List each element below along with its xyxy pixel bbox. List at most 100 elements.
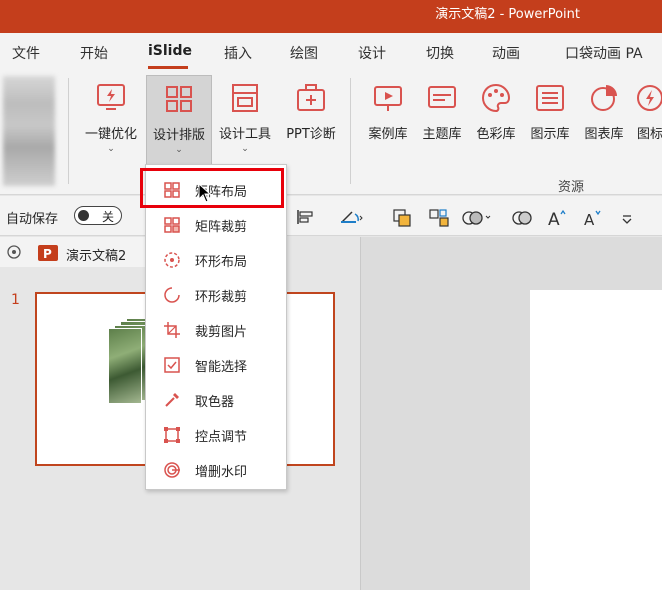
tab-design[interactable]: 设计	[358, 43, 386, 63]
matrix-crop-icon	[164, 217, 180, 233]
menu-item-ring-crop[interactable]: 环形裁剪	[146, 277, 286, 312]
autosave-toggle[interactable]: 关	[74, 206, 122, 225]
slide-canvas[interactable]	[530, 290, 662, 590]
svg-text:P: P	[43, 247, 52, 261]
menu-item-label: 控点调节	[195, 430, 248, 445]
watermark-icon	[164, 462, 180, 478]
menu-item-label: 取色器	[195, 395, 235, 410]
ring-layout-icon	[164, 252, 180, 268]
ring-crop-icon	[164, 287, 180, 303]
lightning-icon	[97, 84, 125, 110]
menu-item-label: 智能选择	[195, 360, 248, 375]
toggle-state: 关	[102, 210, 115, 224]
decrease-font-icon[interactable]: A	[582, 208, 604, 228]
theme-library-button[interactable]: 主题库	[416, 75, 468, 165]
svg-text:A: A	[548, 210, 560, 228]
menu-tabs: 文件 开始 iSlide 插入 绘图 设计 切换 动画 口袋动画 PA	[0, 33, 662, 71]
window-title: 演示文稿2 - PowerPoint	[435, 7, 580, 22]
menu-item-crop-image[interactable]: 裁剪图片	[146, 312, 286, 347]
layout-grid-icon	[166, 86, 192, 112]
tab-home[interactable]: 开始	[80, 43, 108, 63]
icon-library-label: 图标	[636, 127, 662, 142]
group-separator	[350, 78, 351, 184]
design-tools-label: 设计工具	[218, 127, 271, 142]
chart-library-button[interactable]: 图表库	[578, 75, 630, 165]
menu-item-color-picker[interactable]: 取色器	[146, 382, 286, 417]
color-picker-icon	[165, 393, 179, 407]
design-tools-button[interactable]: 设计工具 ⌄	[214, 75, 276, 165]
tab-animations[interactable]: 动画	[492, 43, 520, 63]
group-separator	[68, 78, 69, 184]
menu-item-label: 环形布局	[195, 255, 248, 270]
chevron-down-icon: ⌄	[241, 144, 249, 154]
powerpoint-icon: P	[38, 245, 58, 261]
diagram-library-button[interactable]: 图示库	[524, 75, 576, 165]
tab-transitions[interactable]: 切换	[426, 43, 454, 63]
chevron-down-icon: ⌄	[107, 144, 115, 154]
control-points-icon	[164, 427, 180, 443]
color-library-button[interactable]: 色彩库	[470, 75, 522, 165]
group-objects-icon[interactable]	[428, 208, 452, 228]
slide-number: 1	[11, 292, 20, 308]
one-click-optimize-label: 一键优化	[84, 127, 137, 142]
crop-image-icon	[164, 322, 180, 338]
ppt-diagnosis-label: PPT诊断	[286, 127, 336, 142]
diagram-icon	[536, 85, 564, 111]
chevron-down-icon: ⌄	[175, 145, 183, 155]
menu-item-smart-select[interactable]: 智能选择	[146, 347, 286, 382]
menu-item-label: 环形裁剪	[195, 290, 248, 305]
file-tab[interactable]: P 演示文稿2	[0, 237, 145, 267]
palette-icon	[481, 83, 511, 113]
icon-library-button[interactable]: 图标	[630, 75, 662, 165]
blurred-thumbnail	[3, 76, 55, 186]
color-library-label: 色彩库	[476, 127, 516, 142]
diagram-library-label: 图示库	[530, 127, 570, 142]
design-layout-label: 设计排版	[152, 128, 205, 143]
design-tools-icon	[232, 84, 258, 112]
menu-item-label: 矩阵裁剪	[195, 220, 248, 235]
ppt-diagnosis-button[interactable]: PPT诊断	[280, 75, 342, 165]
shape-intersect-icon[interactable]	[510, 208, 534, 228]
case-library-button[interactable]: 案例库	[362, 75, 414, 165]
toggle-knob	[78, 210, 89, 221]
menu-item-ring-layout[interactable]: 环形布局	[146, 242, 286, 277]
group-label-resources: 资源	[558, 180, 585, 195]
theme-icon	[428, 86, 456, 108]
menu-item-watermark[interactable]: 增删水印	[146, 452, 286, 487]
menu-item-label: 增删水印	[195, 465, 248, 480]
menu-item-matrix-crop[interactable]: 矩阵裁剪	[146, 207, 286, 242]
title-bar: 演示文稿2 - PowerPoint	[0, 0, 662, 33]
rotate-icon[interactable]	[338, 208, 364, 226]
medical-kit-icon	[297, 84, 325, 111]
svg-text:A: A	[584, 211, 595, 228]
tab-islide[interactable]: iSlide	[148, 43, 192, 59]
increase-font-icon[interactable]: A	[546, 208, 568, 228]
bring-forward-icon[interactable]	[392, 208, 414, 228]
chart-library-label: 图表库	[584, 127, 624, 142]
tab-file[interactable]: 文件	[12, 43, 40, 63]
file-tab-name: 演示文稿2	[66, 249, 127, 264]
active-tab-underline	[148, 66, 188, 69]
photo-layer	[108, 328, 142, 404]
customize-toolbar-icon[interactable]	[620, 208, 634, 228]
home-icon[interactable]	[6, 244, 22, 260]
case-library-label: 案例库	[368, 127, 408, 142]
smart-select-icon	[164, 357, 180, 373]
one-click-optimize-button[interactable]: 一键优化 ⌄	[78, 75, 144, 165]
shape-combine-icon[interactable]	[460, 208, 494, 228]
align-icon[interactable]	[295, 208, 317, 226]
design-layout-button[interactable]: 设计排版 ⌄	[146, 75, 212, 165]
highlight-box	[140, 168, 284, 208]
theme-library-label: 主题库	[422, 127, 462, 142]
menu-item-control-points[interactable]: 控点调节	[146, 417, 286, 452]
tab-insert[interactable]: 插入	[224, 43, 252, 63]
presentation-icon	[374, 86, 402, 111]
tab-draw[interactable]: 绘图	[290, 43, 318, 63]
design-layout-dropdown: 矩阵布局 矩阵裁剪 环形布局 环形裁剪 裁剪图片 智能选择 取色器 控点调节 增…	[145, 164, 287, 490]
autosave-label: 自动保存	[6, 212, 59, 227]
pie-chart-icon	[591, 85, 617, 111]
tab-pocket-animation[interactable]: 口袋动画 PA	[565, 43, 643, 63]
menu-item-label: 裁剪图片	[195, 325, 248, 340]
mouse-cursor-icon	[198, 183, 212, 203]
icon-library-icon	[637, 85, 662, 111]
